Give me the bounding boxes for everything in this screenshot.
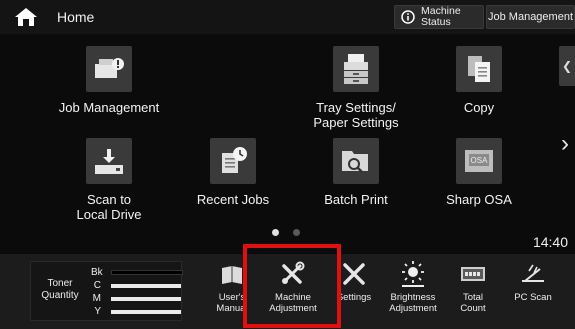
app-batch-print[interactable]: Batch Print <box>286 138 426 207</box>
toner-channel: Bk <box>91 267 103 278</box>
page-dot[interactable] <box>293 229 300 236</box>
brightness-adjustment-button[interactable]: Brightness Adjustment <box>382 260 444 314</box>
toner-label: Toner Quantity <box>41 278 79 301</box>
chevron-left-icon: ❮ <box>561 59 573 73</box>
page-indicator <box>272 229 300 236</box>
brightness-icon <box>382 260 444 288</box>
scan-to-local-drive-icon <box>86 138 132 184</box>
home-button[interactable] <box>6 4 46 30</box>
toner-quantity-panel[interactable]: Toner Quantity Bk C M Y <box>30 261 183 321</box>
toner-row-y: Y <box>91 306 181 317</box>
app-label: Recent Jobs <box>196 192 270 207</box>
pc-scan-button[interactable]: PC Scan <box>502 260 564 303</box>
toner-level-bar <box>111 283 181 288</box>
chevron-right-icon: › <box>561 130 569 157</box>
top-bar: Home Machine Status Job Management <box>0 0 575 34</box>
app-job-management[interactable]: Job Management <box>39 46 179 115</box>
app-label: Scan to Local Drive <box>76 192 142 222</box>
clock: 14:40 <box>532 234 568 250</box>
app-scan-to-local-drive[interactable]: Scan to Local Drive <box>39 138 179 222</box>
app-sharp-osa[interactable]: OSA Sharp OSA <box>409 138 549 207</box>
home-icon <box>15 8 37 26</box>
highlight-box <box>243 244 341 328</box>
page-dot-active[interactable] <box>272 229 279 236</box>
app-recent-jobs[interactable]: Recent Jobs <box>163 138 303 207</box>
side-panel-tab[interactable]: ❮ <box>559 46 575 86</box>
app-label: Job Management <box>58 100 160 115</box>
toner-channel: M <box>92 293 101 304</box>
recent-jobs-icon <box>210 138 256 184</box>
total-count-icon <box>442 260 504 288</box>
machine-status-label: Machine Status <box>421 5 461 28</box>
app-tray-settings[interactable]: Tray Settings/ Paper Settings <box>286 46 426 130</box>
toner-level-bar <box>111 309 181 314</box>
sharp-osa-icon: OSA <box>456 138 502 184</box>
app-label: Batch Print <box>324 192 388 207</box>
pc-scan-icon <box>502 260 564 288</box>
button-label: Total Count <box>460 292 486 314</box>
job-management-icon <box>86 46 132 92</box>
copy-icon <box>456 46 502 92</box>
toner-level-bar <box>111 270 183 275</box>
next-page-arrow[interactable]: › <box>561 130 569 158</box>
app-copy[interactable]: Copy <box>409 46 549 115</box>
toner-channel: Y <box>94 306 101 317</box>
home-screen: Job Management Tray Settings/ Paper Sett… <box>0 34 575 254</box>
toner-level-bar <box>111 296 181 301</box>
button-label: Brightness Adjustment <box>389 292 437 314</box>
app-label: Sharp OSA <box>446 192 512 207</box>
svg-text:OSA: OSA <box>471 156 489 165</box>
app-label: Tray Settings/ Paper Settings <box>313 100 399 130</box>
page-title: Home <box>57 9 95 25</box>
tray-settings-icon <box>333 46 379 92</box>
batch-print-icon <box>333 138 379 184</box>
toner-row-m: M <box>91 293 181 304</box>
info-icon <box>401 10 415 24</box>
toner-channel: C <box>93 280 101 291</box>
machine-status-button[interactable]: Machine Status <box>394 5 484 29</box>
button-label: PC Scan <box>514 292 552 303</box>
total-count-button[interactable]: Total Count <box>442 260 504 314</box>
job-management-button[interactable]: Job Management <box>486 5 575 29</box>
toner-row-bk: Bk <box>91 267 183 278</box>
toner-row-c: C <box>91 280 181 291</box>
app-label: Copy <box>463 100 495 115</box>
